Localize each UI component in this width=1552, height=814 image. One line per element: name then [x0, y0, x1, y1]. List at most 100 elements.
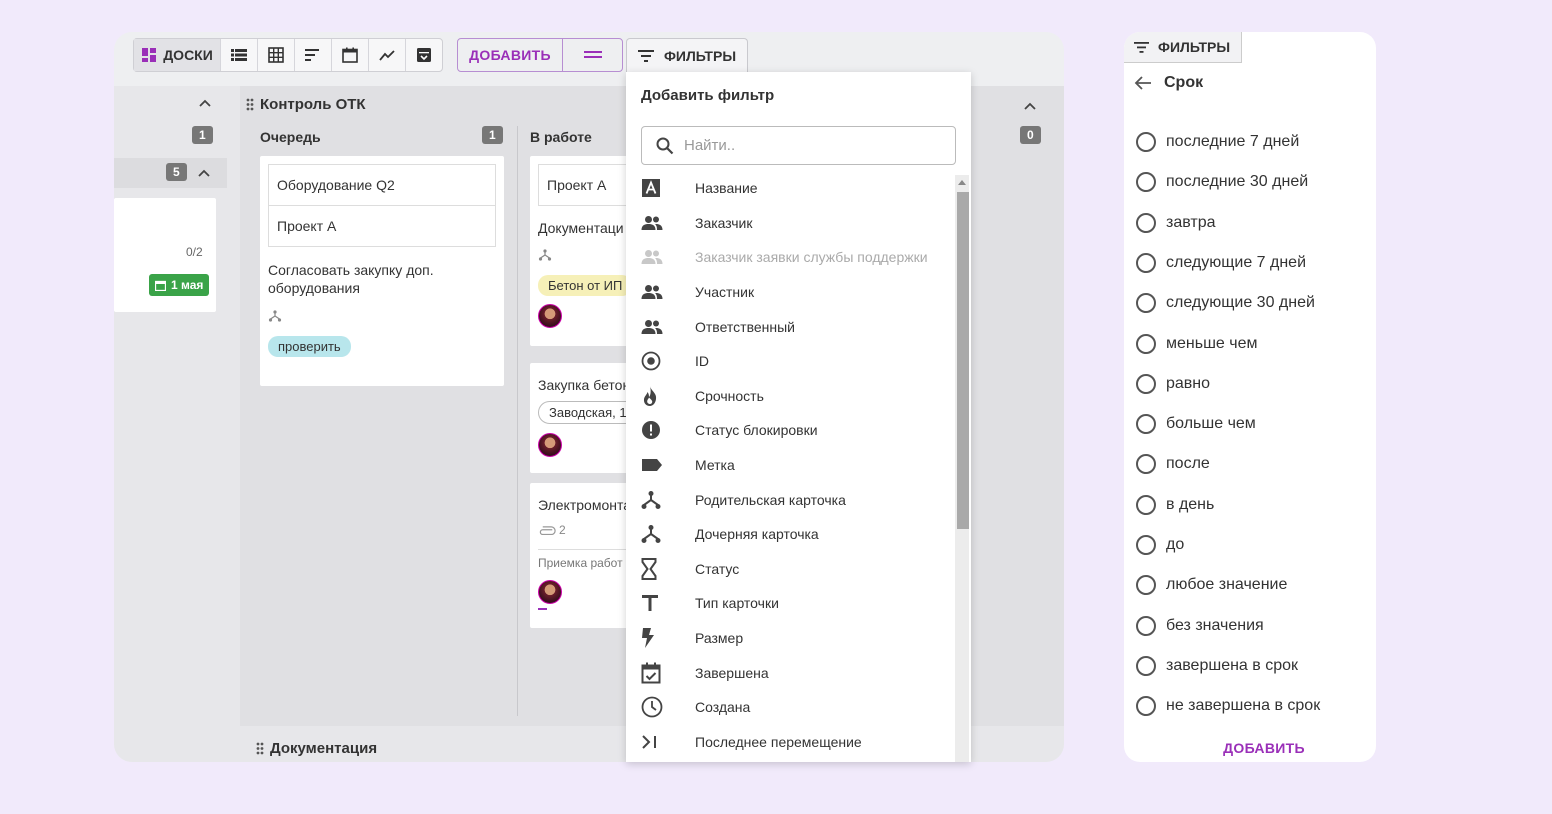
boards-view-button[interactable]: ДОСКИ: [134, 39, 220, 71]
filter-field-item[interactable]: Заказчик: [626, 206, 954, 241]
filter-field-item[interactable]: Статус блокировки: [626, 413, 954, 448]
radio-button[interactable]: [1136, 333, 1156, 354]
deadline-option[interactable]: последние 30 дней: [1136, 172, 1308, 193]
radio-button[interactable]: [1136, 212, 1156, 233]
subcard-project[interactable]: Проект А: [268, 206, 496, 247]
filter-field-item[interactable]: Родительская карточка: [626, 482, 954, 517]
scroll-thumb[interactable]: [957, 192, 969, 529]
column-title-queue: Очередь: [260, 129, 321, 145]
deadline-option[interactable]: меньше чем: [1136, 333, 1258, 354]
filter-field-label: Метка: [695, 457, 735, 474]
radio-button[interactable]: [1136, 494, 1156, 515]
filter-field-item[interactable]: Метка: [626, 448, 954, 483]
filter-field-item[interactable]: Дочерняя карточка: [626, 517, 954, 552]
avatar: [538, 580, 562, 604]
filter-field-item[interactable]: Создана: [626, 690, 954, 725]
dashboard-icon: [142, 48, 157, 62]
radio-button[interactable]: [1136, 454, 1156, 475]
deadline-option[interactable]: не завершена в срок: [1136, 696, 1320, 717]
deadline-option[interactable]: следующие 7 дней: [1136, 252, 1306, 273]
add-menu-button[interactable]: [562, 39, 622, 71]
deadline-option[interactable]: до: [1136, 535, 1184, 555]
drag-handle-icon[interactable]: [256, 742, 264, 755]
filters-button[interactable]: ФИЛЬТРЫ: [626, 38, 748, 72]
radio-button[interactable]: [1136, 293, 1156, 314]
filter-field-label: Дочерняя карточка: [695, 526, 819, 543]
radio-button[interactable]: [1136, 252, 1156, 273]
gantt-view-button[interactable]: [294, 39, 331, 71]
deadline-option[interactable]: без значения: [1136, 615, 1264, 636]
deadline-option[interactable]: равно: [1136, 373, 1210, 394]
table-view-button[interactable]: [257, 39, 294, 71]
deadline-option[interactable]: в день: [1136, 494, 1214, 515]
filter-field-label: Название: [695, 180, 758, 197]
panel-add-button[interactable]: ДОБАВИТЬ: [1124, 740, 1376, 756]
radio-button[interactable]: [1136, 575, 1156, 596]
deadline-option[interactable]: завершена в срок: [1136, 655, 1298, 676]
progress-marker: [538, 608, 547, 610]
radio-button[interactable]: [1136, 132, 1156, 152]
scrollbar[interactable]: [955, 175, 969, 762]
deadline-option[interactable]: после: [1136, 454, 1210, 475]
filter-field-list: Название Заказчик Заказчик заявки службы п…: [626, 171, 954, 759]
chevron-up-icon[interactable]: [199, 99, 211, 107]
deadline-option[interactable]: завтра: [1136, 212, 1216, 233]
search-icon: [656, 137, 674, 154]
swimlane-title-text: Контроль ОТК: [260, 96, 366, 113]
radio-button[interactable]: [1136, 172, 1156, 193]
due-date-badge: 1 мая: [149, 274, 210, 296]
filter-field-label: Завершена: [695, 664, 769, 681]
filter-field-item[interactable]: Срочность: [626, 379, 954, 414]
filter-field-item[interactable]: Тип карточки: [626, 586, 954, 621]
chevron-up-icon[interactable]: [1024, 102, 1036, 110]
radio-button[interactable]: [1136, 696, 1156, 717]
archive-view-button[interactable]: [405, 39, 442, 71]
back-arrow-icon[interactable]: [1134, 76, 1152, 90]
filter-search-input[interactable]: [684, 137, 924, 154]
right-column-badge: 0: [1020, 126, 1041, 144]
queue-count-badge: 1: [482, 126, 503, 144]
filter-field-item[interactable]: Статус: [626, 552, 954, 587]
radio-button[interactable]: [1136, 535, 1156, 555]
filter-field-item[interactable]: Участник: [626, 275, 954, 310]
radio-button[interactable]: [1136, 655, 1156, 676]
filter-field-item[interactable]: Завершена: [626, 655, 954, 690]
filters-label: ФИЛЬТРЫ: [663, 47, 737, 64]
filter-field-item[interactable]: Последнее перемещение: [626, 725, 954, 760]
radio-button[interactable]: [1136, 414, 1156, 435]
column-title-in-progress: В работе: [530, 129, 592, 145]
chart-view-button[interactable]: [368, 39, 405, 71]
queue-card[interactable]: Оборудование Q2 Проект А Согласовать зак…: [260, 156, 504, 386]
type-icon: [626, 594, 695, 612]
deadline-option[interactable]: любое значение: [1136, 575, 1287, 596]
filter-field-label: Статус блокировки: [695, 422, 818, 439]
chevron-up-icon[interactable]: [198, 169, 210, 177]
deadline-option[interactable]: больше чем: [1136, 414, 1256, 435]
filter-field-item[interactable]: ID: [626, 344, 954, 379]
filter-field-item[interactable]: Ответственный: [626, 309, 954, 344]
left-count-badge: 1: [192, 126, 213, 144]
radio-button[interactable]: [1136, 373, 1156, 394]
radio-button[interactable]: [1136, 615, 1156, 636]
deadline-option[interactable]: последние 7 дней: [1136, 132, 1299, 152]
calendar-view-button[interactable]: [331, 39, 368, 71]
list-view-button[interactable]: [220, 39, 257, 71]
card-title: Согласовать закупку доп. оборудования: [268, 262, 434, 296]
deadline-option-label: больше чем: [1166, 415, 1256, 433]
gantt-icon: [305, 49, 319, 61]
scroll-up-arrow-icon[interactable]: [958, 179, 966, 185]
left-card[interactable]: 0/2 1 мая: [114, 198, 216, 312]
filter-field-label: Участник: [695, 284, 755, 301]
deadline-option[interactable]: следующие 30 дней: [1136, 293, 1315, 314]
filters-tab[interactable]: ФИЛЬТРЫ: [1124, 32, 1242, 63]
filter-field-item[interactable]: Размер: [626, 621, 954, 656]
calendar-check-icon: [626, 662, 695, 684]
subcard-equipment[interactable]: Оборудование Q2: [268, 164, 496, 206]
title-icon: [626, 178, 695, 198]
id-icon: [626, 351, 695, 371]
filter-field-item[interactable]: Название: [626, 171, 954, 206]
deadline-option-label: после: [1166, 455, 1210, 473]
drag-handle-icon[interactable]: [246, 98, 254, 111]
deadline-option-label: меньше чем: [1166, 334, 1258, 352]
add-button[interactable]: ДОБАВИТЬ: [458, 39, 562, 71]
